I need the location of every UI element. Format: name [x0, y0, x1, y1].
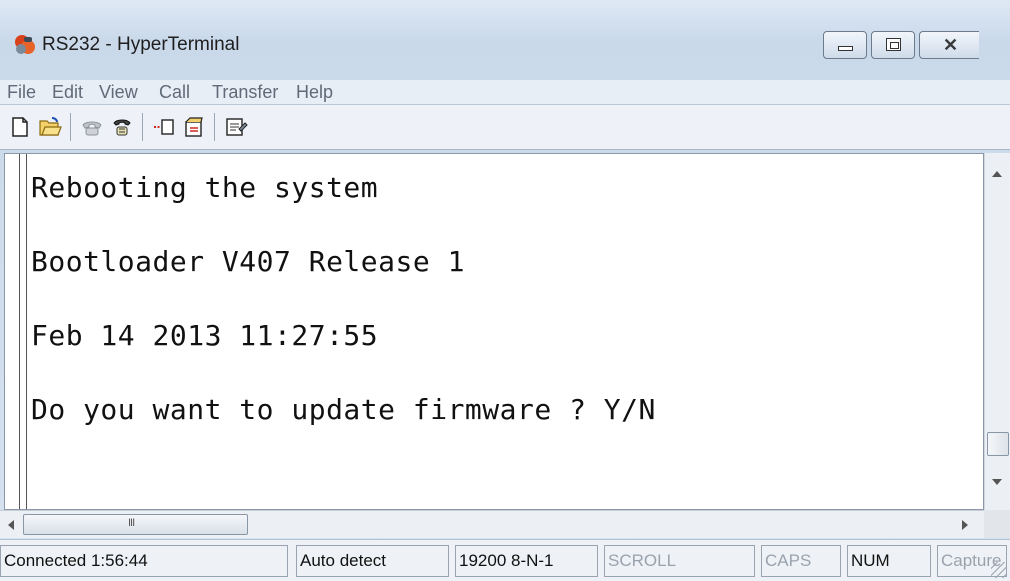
- menu-edit[interactable]: Edit: [52, 82, 83, 103]
- toolbar: [0, 105, 1010, 150]
- status-num: NUM: [847, 545, 931, 577]
- close-icon: ✕: [943, 35, 959, 55]
- status-detect: Auto detect: [296, 545, 449, 577]
- properties-icon[interactable]: [224, 115, 248, 139]
- menu-bar: File Edit View Call Transfer Help: [0, 80, 1010, 105]
- terminal-margin: [19, 154, 27, 509]
- scroll-down-arrow-icon[interactable]: [992, 479, 1002, 485]
- scroll-up-arrow-icon[interactable]: [992, 171, 1002, 177]
- maximize-icon: [886, 38, 901, 51]
- menu-transfer[interactable]: Transfer: [212, 82, 278, 103]
- terminal-line: Bootloader V407 Release 1: [31, 245, 465, 278]
- status-caps: CAPS: [761, 545, 841, 577]
- terminal-line: Feb 14 2013 11:27:55: [31, 319, 379, 352]
- terminal-line: Rebooting the system: [31, 171, 379, 204]
- window-title: RS232 - HyperTerminal: [42, 34, 240, 55]
- status-connected: Connected 1:56:44: [0, 545, 288, 577]
- minimize-icon: [838, 46, 853, 51]
- resize-grip-icon[interactable]: [991, 562, 1007, 578]
- menu-file[interactable]: File: [7, 82, 36, 103]
- scroll-grip: III: [128, 517, 135, 529]
- menu-call[interactable]: Call: [159, 82, 190, 103]
- minimize-button[interactable]: [823, 31, 867, 59]
- vertical-scroll-thumb[interactable]: [987, 432, 1009, 456]
- scroll-right-arrow-icon[interactable]: [962, 520, 968, 530]
- maximize-button[interactable]: [871, 31, 915, 59]
- receive-icon[interactable]: [182, 115, 206, 139]
- toolbar-separator: [214, 113, 215, 141]
- hyperterminal-icon: [15, 35, 35, 54]
- title-bar[interactable]: RS232 - HyperTerminal ✕: [0, 0, 1010, 84]
- close-button[interactable]: ✕: [919, 31, 979, 59]
- menu-help[interactable]: Help: [296, 82, 333, 103]
- vertical-scrollbar[interactable]: [984, 153, 1010, 510]
- scroll-left-arrow-icon[interactable]: [8, 520, 14, 530]
- terminal-line: Do you want to update firmware ? Y/N: [31, 393, 656, 426]
- send-icon[interactable]: [152, 115, 176, 139]
- new-document-icon[interactable]: [8, 115, 32, 139]
- status-scroll: SCROLL: [604, 545, 755, 577]
- horizontal-scrollbar[interactable]: III: [0, 510, 1010, 538]
- status-settings: 19200 8-N-1: [455, 545, 598, 577]
- menu-view[interactable]: View: [99, 82, 138, 103]
- connect-phone-icon[interactable]: [80, 115, 104, 139]
- toolbar-separator: [142, 113, 143, 141]
- open-folder-icon[interactable]: [38, 115, 62, 139]
- horizontal-scroll-thumb[interactable]: III: [23, 514, 248, 535]
- disconnect-icon[interactable]: [110, 115, 134, 139]
- toolbar-separator: [70, 113, 71, 141]
- hyperterminal-window: RS232 - HyperTerminal ✕ File Edit View C…: [0, 0, 1010, 581]
- status-bar: Connected 1:56:44 Auto detect 19200 8-N-…: [0, 539, 1010, 581]
- scrollbar-corner: [984, 510, 1010, 538]
- terminal-area[interactable]: Rebooting the system Bootloader V407 Rel…: [4, 153, 984, 510]
